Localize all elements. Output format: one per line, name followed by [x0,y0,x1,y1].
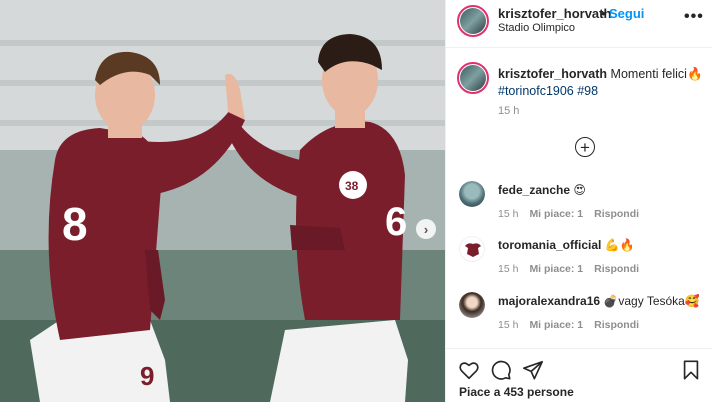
comment-item: fede_zanche 😍 15 h Mi piace: 1 Rispondi [446,181,712,231]
reply-button[interactable]: Rispondi [594,263,639,275]
comment-meta: 15 h Mi piace: 1 Rispondi [498,263,639,275]
comment-line: fede_zanche 😍 [498,183,586,197]
caption-hashtags[interactable]: #torinofc1906 #98 [498,84,598,98]
add-comments-icon[interactable]: + [575,137,595,157]
more-options-icon[interactable]: ••• [684,8,704,26]
chevron-right-icon[interactable]: › [416,219,436,239]
comment-likes[interactable]: Mi piace: 1 [529,319,583,331]
share-icon[interactable] [522,359,544,381]
comment-text: 😍 [573,183,586,197]
commenter-avatar[interactable] [459,236,485,262]
comment-meta: 15 h Mi piace: 1 Rispondi [498,208,639,220]
heart-icon[interactable] [458,359,480,381]
reply-button[interactable]: Rispondi [594,208,639,220]
commenter-avatar[interactable] [459,181,485,207]
bookmark-icon[interactable] [680,359,702,381]
left-jersey-number: 8 [62,198,88,250]
comment-item: toromania_official 💪🔥 15 h Mi piace: 1 R… [446,236,712,286]
author-username[interactable]: krisztofer_horvath [498,6,611,21]
post-sidebar: krisztofer_horvath • Segui Stadio Olimpi… [445,0,712,402]
commenter-username[interactable]: toromania_official [498,238,601,252]
comment-time: 15 h [498,263,519,275]
caption-text: Momenti felici🔥 [610,67,703,81]
toromania-logo-icon [465,243,481,257]
caption-timestamp: 15 h [498,105,520,117]
post-actions: Piace a 453 persone [446,348,712,402]
commenter-username[interactable]: majoralexandra16 [498,294,600,308]
follow-button[interactable]: Segui [609,6,644,21]
comment-line: majoralexandra16 💣vagy Tesóka🥰 [498,294,700,308]
left-shorts-number: 9 [140,361,154,391]
comment-text: 💣vagy Tesóka🥰 [603,294,700,308]
comment-likes[interactable]: Mi piace: 1 [529,208,583,220]
comment-text: 💪🔥 [604,238,635,252]
post-photo[interactable]: 8 9 38 6 › [0,0,445,402]
post-header: krisztofer_horvath • Segui Stadio Olimpi… [446,0,712,48]
comment-icon[interactable] [490,359,512,381]
likes-count[interactable]: Piace a 453 persone [459,385,574,399]
caption-avatar[interactable] [457,62,489,94]
comment-time: 15 h [498,208,519,220]
reply-button[interactable]: Rispondi [594,319,639,331]
svg-text:38: 38 [345,179,359,193]
caption-username[interactable]: krisztofer_horvath [498,67,607,81]
players-illustration: 8 9 38 6 [0,0,445,402]
caption: krisztofer_horvath Momenti felici🔥 #tori… [498,66,703,100]
comment-meta: 15 h Mi piace: 1 Rispondi [498,319,639,331]
right-jersey-number: 6 [385,200,407,244]
comment-likes[interactable]: Mi piace: 1 [529,263,583,275]
author-avatar[interactable] [457,5,489,37]
commenter-avatar[interactable] [459,292,485,318]
separator-dot: • [601,6,606,21]
comment-line: toromania_official 💪🔥 [498,238,635,252]
comment-time: 15 h [498,319,519,331]
location-link[interactable]: Stadio Olimpico [498,22,575,34]
comment-item: majoralexandra16 💣vagy Tesóka🥰 15 h Mi p… [446,292,712,342]
commenter-username[interactable]: fede_zanche [498,183,570,197]
